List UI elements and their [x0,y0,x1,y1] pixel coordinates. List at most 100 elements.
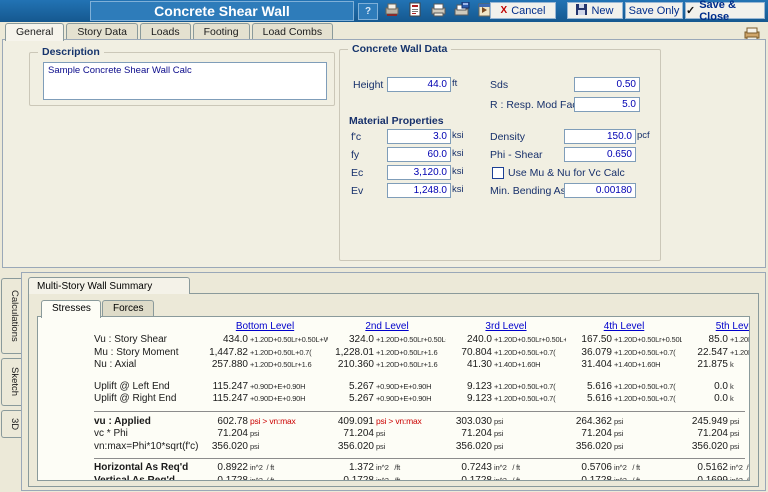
level-header-link[interactable]: Bottom Level [202,321,328,332]
summary-panel: Stresses Forces Bottom Level2nd Level3rd… [28,293,759,487]
table-cell: 434.0+1.20D+0.50Lr+0.50L+W+1.6( [202,334,328,347]
sidetab-calculations[interactable]: Calculations [1,278,21,354]
red-x-icon: X [501,5,508,16]
density-input[interactable]: 150.0 [564,129,636,144]
table-cell: 71.204psi [202,428,328,441]
printer-icon[interactable] [430,2,447,18]
table-cell: 5.616+1.20D+0.50L+0.7( [566,393,682,406]
table-cell: 71.204psi [446,428,566,441]
cancel-button[interactable]: X Cancel [490,2,556,19]
ec-input[interactable]: 3,120.0 [387,165,451,180]
min-bending-as-label: Min. Bending As [490,185,566,197]
tab-footing[interactable]: Footing [193,23,250,40]
row-label: Nu : Axial [94,359,202,372]
table-cell: 115.247+0.90D+E+0.90H [202,381,328,394]
table-cell: 240.0+1.20D+0.50Lr+0.50L+W+1.6( [446,334,566,347]
fc-input[interactable]: 3.0 [387,129,451,144]
ev-label: Ev [351,185,363,197]
table-cell: 257.880+1.20D+0.50Lr+1.6 [202,359,328,372]
use-mu-nu-checkbox[interactable] [492,167,504,179]
table-cell: 5.267+0.90D+E+0.90H [328,393,446,406]
height-label: Height [353,79,383,91]
tab-multi-story-wall-summary[interactable]: Multi-Story Wall Summary [28,277,190,294]
table-cell: 0.1728in^2 / ft [566,475,682,482]
sidetab-3d[interactable]: 3D [1,410,21,438]
table-row: vu : Applied602.78psi > vn:max409.091psi… [94,411,745,429]
row-label: Vu : Story Shear [94,334,202,347]
level-header-row: Bottom Level2nd Level3rd Level4th Level5… [94,321,745,332]
material-properties-title: Material Properties [349,115,444,127]
ev-unit: ksi [452,184,464,195]
send-icon[interactable] [384,2,401,18]
table-cell: 0.0k [682,393,750,406]
table-cell: 0.8922in^2 / ft [202,462,328,475]
phi-shear-input[interactable]: 0.650 [564,147,636,162]
row-label: vc * Phi [94,428,202,441]
help-icon[interactable]: ? [358,3,378,20]
level-header-link[interactable]: 3rd Level [446,321,566,332]
table-cell: 0.1699in^2 /ft [682,475,750,482]
tab-bar: General Story Data Loads Footing Load Co… [5,23,333,40]
save-close-button[interactable]: ✓ Save & Close [685,2,765,19]
table-cell: 41.30+1.40D+1.60H [446,359,566,372]
level-header-link[interactable]: 4th Level [566,321,682,332]
window-title: Concrete Shear Wall [90,1,354,21]
table-row: Vertical As Req'd0.1728in^2 / ft0.1728in… [94,475,745,482]
fy-input[interactable]: 60.0 [387,147,451,162]
table-cell: 356.020psi [328,441,446,454]
level-header-link[interactable]: 2nd Level [328,321,446,332]
report-icon[interactable] [407,2,424,18]
subtab-forces[interactable]: Forces [102,300,154,317]
table-cell: 21.875k [682,359,750,372]
table-cell: 0.1728in^2 / ft [202,475,328,482]
description-groupbox: Description Sample Concrete Shear Wall C… [29,52,335,106]
ev-input[interactable]: 1,248.0 [387,183,451,198]
stresses-panel: Bottom Level2nd Level3rd Level4th Level5… [37,316,750,481]
tab-general[interactable]: General [5,23,64,41]
table-cell: 1,228.01+1.20D+0.50Lr+1.6 [328,347,446,360]
phi-shear-label: Phi - Shear [490,149,543,161]
r-factor-input[interactable]: 5.0 [574,97,640,112]
table-row: vc * Phi71.204psi71.204psi71.204psi71.20… [94,428,745,441]
table-cell: 9.123+1.20D+0.50L+0.7( [446,393,566,406]
checkmark-icon: ✓ [686,4,695,17]
tab-loads[interactable]: Loads [140,23,191,40]
sds-input[interactable]: 0.50 [574,77,640,92]
fy-unit: ksi [452,148,464,159]
table-cell: 31.404+1.40D+1.60H [566,359,682,372]
floppy-disk-icon [576,4,587,18]
print-preview-icon[interactable] [453,2,470,18]
tab-story-data[interactable]: Story Data [66,23,138,40]
sidetab-sketch[interactable]: Sketch [1,358,21,406]
description-group-title: Description [38,46,104,58]
table-cell: 85.0+1.20D+0.50Lr+0 [682,334,750,347]
level-header-link[interactable]: 5th Level [682,321,750,332]
summary-table: Vu : Story Shear434.0+1.20D+0.50Lr+0.50L… [94,334,745,481]
height-input[interactable]: 44.0 [387,77,451,92]
row-label: Mu : Story Moment [94,347,202,360]
table-cell: 5.616+1.20D+0.50L+0.7( [566,381,682,394]
table-row: Nu : Axial257.880+1.20D+0.50Lr+1.6210.36… [94,359,745,372]
fc-unit: ksi [452,130,464,141]
save-only-button[interactable]: Save Only [625,2,683,19]
calculations-area: Calculations Sketch 3D Multi-Story Wall … [0,270,768,492]
row-label: Uplift @ Left End [94,381,202,394]
table-cell: 0.0k [682,381,750,394]
subtab-stresses[interactable]: Stresses [41,300,101,318]
row-label: vu : Applied [94,416,202,429]
table-cell: 264.362psi [566,416,682,429]
table-cell: 22.547+1.20D+ [682,347,750,360]
new-button[interactable]: New [567,2,623,19]
table-row: Mu : Story Moment1,447.82+1.20D+0.50L+0.… [94,347,745,360]
table-cell: 602.78psi > vn:max [202,415,328,429]
table-row: Uplift @ Right End115.247+0.90D+E+0.90H5… [94,393,745,406]
toolbar-icons [384,2,493,18]
table-row: Horizontal As Req'd0.8922in^2 / ft1.372i… [94,458,745,475]
fc-label: f'c [351,131,361,143]
tab-load-combs[interactable]: Load Combs [252,23,334,40]
density-unit: pcf [637,130,650,141]
description-input[interactable]: Sample Concrete Shear Wall Calc [43,62,327,100]
height-unit: ft [452,78,457,89]
table-cell: 1.372in^2 /ft [328,462,446,475]
min-bending-as-input[interactable]: 0.00180 [564,183,636,198]
